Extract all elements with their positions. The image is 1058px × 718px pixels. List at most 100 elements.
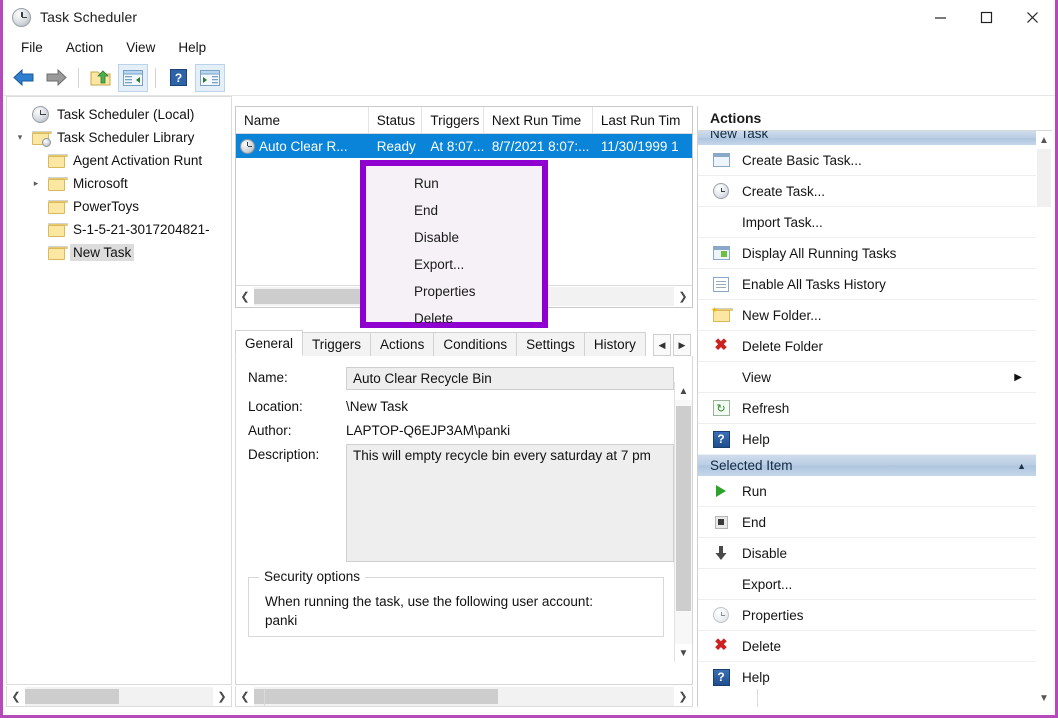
description-input[interactable]: This will empty recycle bin every saturd…: [346, 444, 674, 562]
back-arrow-icon[interactable]: [9, 64, 39, 92]
column-header-triggers[interactable]: Triggers: [422, 107, 484, 133]
context-menu-item-export[interactable]: Export...: [366, 251, 542, 278]
tree-item-agent-activation-runtime[interactable]: Agent Activation Runt: [11, 149, 231, 172]
context-menu-item-disable[interactable]: Disable: [366, 224, 542, 251]
actions-group-header-new-task[interactable]: New Task: [698, 131, 1036, 145]
column-header-name[interactable]: Name: [236, 107, 369, 133]
action-delete-folder[interactable]: ✖ Delete Folder: [698, 331, 1036, 362]
forward-arrow-icon[interactable]: [41, 64, 71, 92]
history-icon: [710, 274, 732, 294]
folder-icon: [48, 222, 68, 237]
action-create-task[interactable]: Create Task...: [698, 176, 1036, 207]
action-view[interactable]: View ▶: [698, 362, 1036, 393]
scroll-track[interactable]: [1036, 149, 1052, 689]
action-selected-properties[interactable]: Properties: [698, 600, 1036, 631]
cell-next-run-time: 8/7/2021 8:07:...: [491, 138, 590, 154]
chevron-right-icon[interactable]: ▸: [29, 178, 43, 189]
menu-file[interactable]: File: [11, 38, 53, 57]
scroll-down-icon[interactable]: ▼: [675, 644, 692, 662]
tree-item-sid[interactable]: S-1-5-21-3017204821-: [11, 218, 231, 241]
action-new-folder[interactable]: ✦ New Folder...: [698, 300, 1036, 331]
context-menu-item-end[interactable]: End: [366, 197, 542, 224]
close-button[interactable]: [1009, 0, 1055, 34]
menu-action[interactable]: Action: [56, 38, 114, 57]
detail-vertical-scrollbar[interactable]: ▲ ▼: [674, 382, 692, 662]
scroll-right-icon[interactable]: ❯: [213, 687, 231, 706]
actions-group-header-selected-item[interactable]: Selected Item ▲: [698, 455, 1036, 476]
column-header-next-run-time[interactable]: Next Run Time: [484, 107, 593, 133]
actions-vertical-scrollbar[interactable]: ▲ ▼: [1036, 131, 1052, 707]
show-hide-console-tree-icon[interactable]: [118, 63, 148, 92]
scroll-left-icon[interactable]: ❮: [236, 287, 254, 306]
tab-conditions[interactable]: Conditions: [433, 332, 518, 356]
task-list-header: Name Status Triggers Next Run Time Last …: [236, 107, 692, 134]
scroll-up-icon[interactable]: ▲: [1036, 131, 1052, 149]
view-icon: [710, 367, 732, 387]
action-help[interactable]: ? Help: [698, 424, 1036, 455]
status-cell-2: [264, 689, 757, 707]
tree-item-new-task[interactable]: New Task: [11, 241, 231, 264]
action-create-basic-task[interactable]: Create Basic Task...: [698, 145, 1036, 176]
up-folder-icon[interactable]: [86, 64, 116, 92]
action-selected-end[interactable]: End: [698, 507, 1036, 538]
tree-item-root[interactable]: Task Scheduler (Local): [11, 103, 231, 126]
tab-scroll-right-icon[interactable]: ▶: [673, 334, 691, 356]
tree-item-label: New Task: [70, 244, 135, 261]
chevron-down-icon[interactable]: ▾: [13, 132, 27, 143]
action-selected-delete[interactable]: ✖ Delete: [698, 631, 1036, 662]
column-header-status[interactable]: Status: [369, 107, 423, 133]
context-menu-item-delete[interactable]: Delete: [366, 305, 542, 332]
action-selected-run[interactable]: Run: [698, 476, 1036, 507]
tab-history[interactable]: History: [583, 332, 646, 356]
running-tasks-icon: [710, 243, 732, 263]
action-import-task[interactable]: Import Task...: [698, 207, 1036, 238]
action-selected-disable[interactable]: Disable: [698, 538, 1036, 569]
minimize-button[interactable]: [917, 0, 963, 34]
actions-scroll-region: New Task Create Basic Task... Create Tas…: [698, 131, 1052, 707]
title-bar: Task Scheduler: [3, 0, 1055, 34]
scroll-thumb[interactable]: [254, 289, 372, 304]
cell-triggers: At 8:07...: [430, 138, 484, 154]
tab-scroll-buttons: ◀ ▶: [653, 334, 693, 356]
scroll-left-icon[interactable]: ❮: [7, 687, 25, 706]
scroll-up-icon[interactable]: ▲: [675, 382, 692, 400]
detail-body: Name: Auto Clear Recycle Bin Location: \…: [235, 356, 693, 685]
context-menu-item-properties[interactable]: Properties: [366, 278, 542, 305]
tab-settings[interactable]: Settings: [516, 332, 585, 356]
tab-actions[interactable]: Actions: [370, 332, 435, 356]
cell-name: Auto Clear R...: [236, 138, 369, 154]
action-refresh[interactable]: ↻ Refresh: [698, 393, 1036, 424]
help-icon[interactable]: ?: [163, 64, 193, 92]
column-header-last-run-time[interactable]: Last Run Tim: [593, 107, 692, 133]
context-menu-item-run[interactable]: Run: [366, 170, 542, 197]
scroll-right-icon[interactable]: ❯: [674, 287, 692, 306]
tree-horizontal-scrollbar[interactable]: ❮ ❯: [6, 686, 232, 707]
delete-x-icon: ✖: [714, 637, 728, 654]
scroll-track[interactable]: [25, 686, 213, 706]
tree-item-powertoys[interactable]: PowerToys: [11, 195, 231, 218]
action-enable-all-tasks-history[interactable]: Enable All Tasks History: [698, 269, 1036, 300]
tree-item-task-scheduler-library[interactable]: ▾ Task Scheduler Library: [11, 126, 231, 149]
action-selected-export[interactable]: Export...: [698, 569, 1036, 600]
show-hide-action-pane-icon[interactable]: [195, 63, 225, 92]
action-selected-help[interactable]: ? Help: [698, 662, 1036, 692]
scroll-thumb[interactable]: [676, 406, 691, 611]
toolbar: ?: [3, 60, 1055, 96]
clock-icon: [32, 106, 49, 123]
menu-view[interactable]: View: [116, 38, 165, 57]
chevron-up-icon[interactable]: ▲: [1017, 461, 1026, 471]
scroll-thumb[interactable]: [1037, 149, 1051, 207]
name-input[interactable]: Auto Clear Recycle Bin: [346, 367, 674, 390]
table-row[interactable]: Auto Clear R... Ready At 8:07... 8/7/202…: [236, 134, 692, 158]
task-detail-pane: General Triggers Actions Conditions Sett…: [235, 330, 693, 707]
tab-general[interactable]: General: [235, 330, 304, 356]
tab-triggers[interactable]: Triggers: [302, 332, 372, 356]
scroll-thumb[interactable]: [25, 688, 119, 704]
maximize-button[interactable]: [963, 0, 1009, 34]
action-display-all-running-tasks[interactable]: Display All Running Tasks: [698, 238, 1036, 269]
tab-scroll-left-icon[interactable]: ◀: [653, 334, 671, 356]
tree-item-microsoft[interactable]: ▸ Microsoft: [11, 172, 231, 195]
field-label-description: Description:: [248, 447, 320, 462]
scroll-track[interactable]: [675, 400, 692, 644]
menu-help[interactable]: Help: [168, 38, 216, 57]
